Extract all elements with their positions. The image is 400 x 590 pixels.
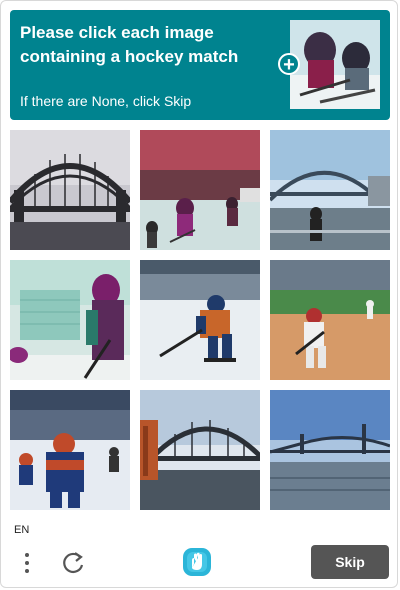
language-label[interactable]: EN <box>14 524 29 536</box>
challenge-header: Please click each image containing a hoc… <box>10 10 390 120</box>
image-tile-6[interactable] <box>270 260 390 380</box>
bridge-image <box>270 390 390 510</box>
image-tile-2[interactable] <box>140 130 260 250</box>
hockey-image <box>10 390 130 510</box>
bridge-image <box>270 130 390 250</box>
refresh-icon <box>63 552 84 574</box>
hockey-image <box>10 260 130 380</box>
bridge-image <box>140 390 260 510</box>
image-tile-8[interactable] <box>140 390 260 510</box>
image-tile-1[interactable] <box>10 130 130 250</box>
image-tile-7[interactable] <box>10 390 130 510</box>
example-plus-icon: + <box>278 53 300 76</box>
image-tile-9[interactable] <box>270 390 390 510</box>
example-image <box>290 20 380 109</box>
hcaptcha-logo-icon[interactable] <box>181 546 213 578</box>
skip-button[interactable]: Skip <box>311 545 389 579</box>
image-tile-4[interactable] <box>10 260 130 380</box>
bridge-image <box>10 130 130 250</box>
image-tile-5[interactable] <box>140 260 260 380</box>
challenge-subtext: If there are None, click Skip <box>20 93 192 109</box>
refresh-button[interactable] <box>60 550 86 576</box>
example-hockey-graphic <box>290 20 380 109</box>
menu-button[interactable] <box>16 550 38 576</box>
hockey-image <box>140 130 260 250</box>
hockey-image <box>140 260 260 380</box>
image-tile-3[interactable] <box>270 130 390 250</box>
challenge-prompt: Please click each image containing a hoc… <box>20 23 239 66</box>
baseball-image <box>270 260 390 380</box>
